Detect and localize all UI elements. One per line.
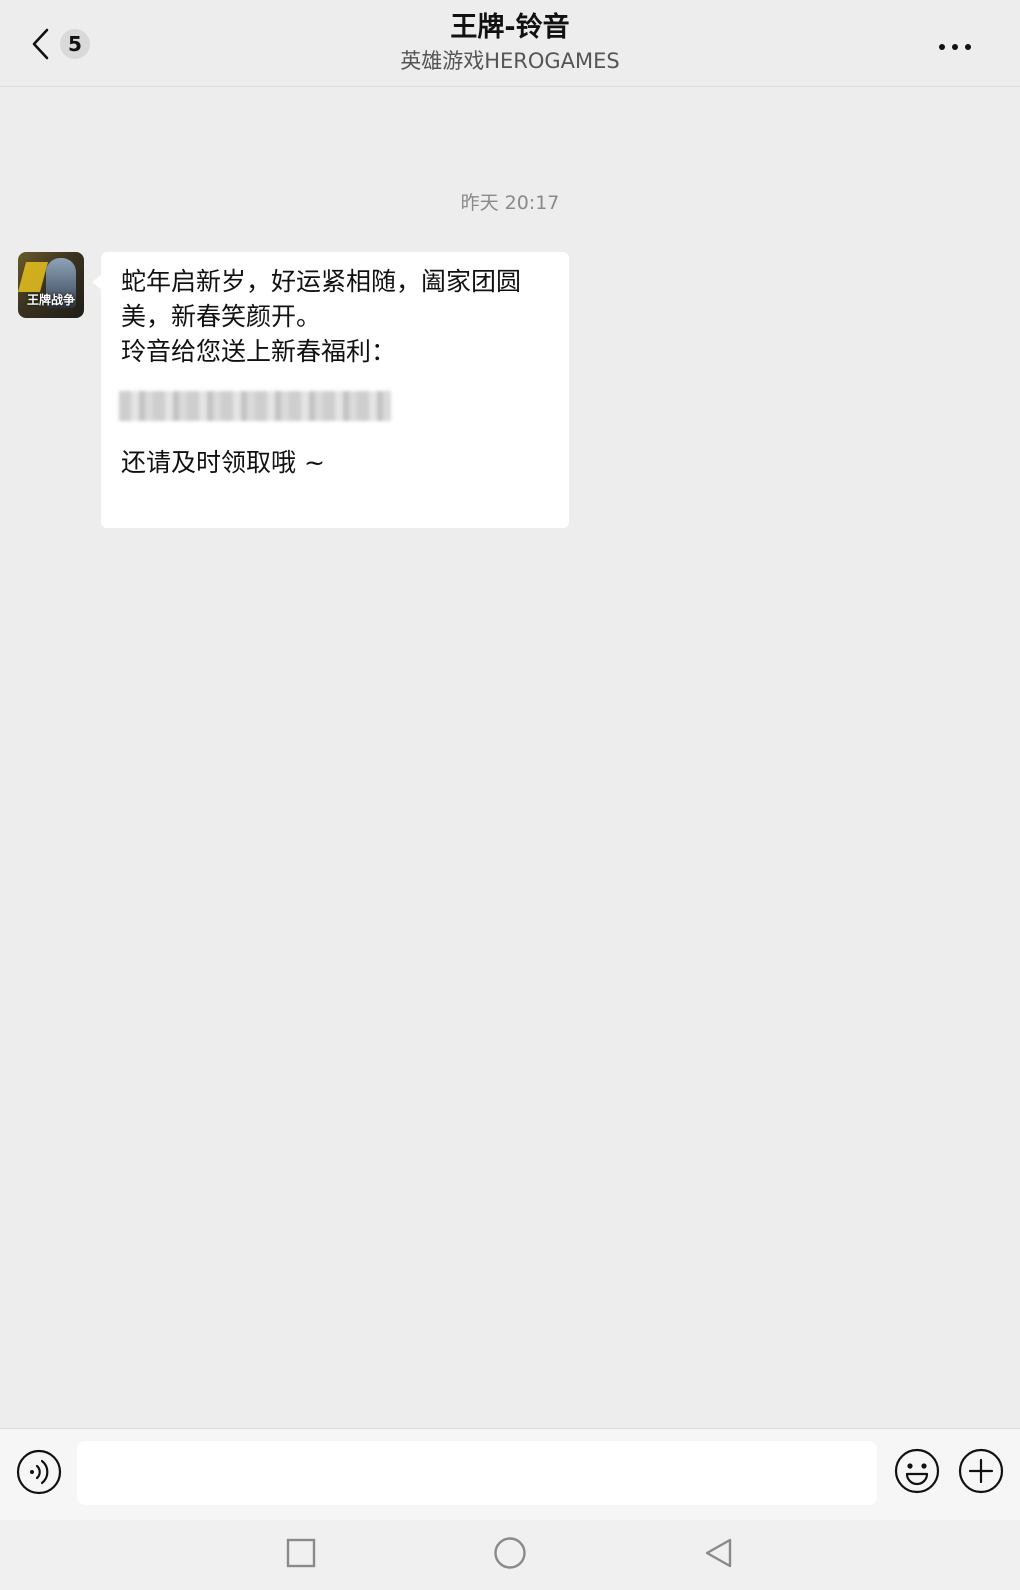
avatar-stripe [18,262,49,292]
triangle-back-icon [703,1537,733,1573]
system-nav-bar [0,1520,1020,1590]
chat-title[interactable]: 王牌-铃音 [0,10,1020,46]
emoji-icon [893,1448,941,1499]
plus-icon [957,1448,1005,1499]
chat-subtitle: 英雄游戏HEROGAMES [400,49,620,73]
voice-button[interactable] [16,1449,62,1495]
message-input-bar [0,1428,1020,1521]
chat-header: 5 王牌-铃音 英雄游戏HEROGAMES [0,0,1020,87]
more-actions-button[interactable] [957,1447,1005,1495]
message-line: 蛇年启新岁，好运紧相随，阖家团圆 [121,267,522,296]
home-button[interactable] [492,1537,528,1573]
redacted-code [119,391,391,421]
nav-back-button[interactable] [700,1537,736,1573]
message-timestamp: 昨天 20:17 [460,192,560,214]
more-options-button[interactable] [930,28,980,62]
circle-icon [493,1536,527,1574]
voice-icon [16,1449,62,1499]
emoji-button[interactable] [893,1447,941,1495]
message-line: 还请及时领取哦 ~ [121,448,325,477]
recents-button[interactable] [283,1537,319,1573]
message-input[interactable] [77,1441,877,1505]
message-bubble[interactable]: 蛇年启新岁，好运紧相随，阖家团圆 美，新春笑颜开。 玲音给您送上新春福利： 还请… [92,252,569,528]
message-line: 玲音给您送上新春福利： [121,337,397,366]
message-line: 美，新春笑颜开。 [121,302,322,331]
sender-avatar[interactable]: 王牌战争 [18,252,84,318]
chat-title-block: 王牌-铃音 英雄游戏HEROGAMES [0,10,1020,76]
more-dots-icon [938,36,972,55]
square-icon [286,1538,316,1572]
avatar-logo-text: 王牌战争 [26,293,75,307]
